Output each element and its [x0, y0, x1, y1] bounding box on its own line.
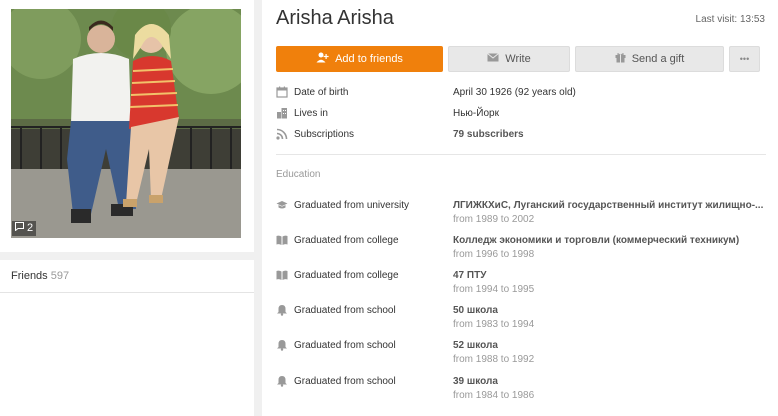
info-row-birthdate: Date of birth April 30 1926 (92 years ol…: [276, 84, 766, 100]
info-label-birthdate: Date of birth: [294, 86, 349, 98]
profile-photo-image: [11, 9, 241, 238]
comment-icon: [15, 221, 24, 236]
friends-count: 597: [50, 270, 70, 282]
bell-icon: [276, 339, 289, 352]
info-label-location: Lives in: [294, 107, 328, 119]
write-label: Write: [505, 53, 531, 65]
info-value-birthdate: April 30 1926 (92 years old): [453, 86, 576, 98]
education-item: Graduated from school 52 школа from 1988…: [276, 338, 776, 365]
education-name[interactable]: 50 школа: [453, 305, 763, 316]
profile-actions: Add to friends Write Send a gift •••: [276, 46, 760, 72]
education-type: Graduated from school: [294, 339, 396, 351]
education-name[interactable]: ЛГИЖКХиС, Луганский государственный инст…: [453, 200, 763, 211]
education-item: Graduated from university ЛГИЖКХиС, Луга…: [276, 198, 776, 225]
left-column: 2 Friends 597: [0, 0, 254, 416]
add-friend-icon: [316, 52, 329, 66]
info-value-subscriptions[interactable]: 79 subscribers: [453, 129, 524, 140]
education-name[interactable]: Колледж экономики и торговли (коммерческ…: [453, 235, 763, 246]
education-item: Graduated from college 47 ПТУ from 1994 …: [276, 268, 776, 295]
book-icon: [276, 234, 289, 247]
more-icon: •••: [739, 54, 750, 64]
education-years: from 1989 to 2002: [453, 214, 535, 225]
write-button[interactable]: Write: [448, 46, 570, 72]
profile-main: Arisha Arisha Last visit: 13:53 Add to f…: [262, 0, 778, 416]
friends-label: Friends: [11, 270, 48, 282]
education-type: Graduated from college: [294, 234, 399, 246]
education-type: Graduated from college: [294, 269, 399, 281]
education-years: from 1983 to 1994: [453, 319, 535, 330]
calendar-icon: [276, 86, 289, 99]
bell-icon: [276, 304, 289, 317]
education-item: Graduated from school 50 школа from 1983…: [276, 303, 776, 330]
more-options-button[interactable]: •••: [729, 46, 760, 72]
graduation-cap-icon: [276, 199, 289, 212]
education-name[interactable]: 47 ПТУ: [453, 270, 763, 281]
friends-link[interactable]: Friends 597: [0, 260, 254, 293]
profile-photo-card: 2: [0, 0, 254, 252]
education-name[interactable]: 39 школа: [453, 376, 763, 387]
info-label-subscriptions: Subscriptions: [294, 128, 355, 140]
add-to-friends-label: Add to friends: [335, 53, 403, 65]
education-item: Graduated from school 39 школа from 1984…: [276, 374, 776, 401]
education-item: Graduated from college Колледж экономики…: [276, 233, 776, 260]
rss-icon: [276, 128, 289, 141]
education-years: from 1996 to 1998: [453, 249, 535, 260]
add-to-friends-button[interactable]: Add to friends: [276, 46, 443, 72]
education-name[interactable]: 52 школа: [453, 340, 763, 351]
photo-comments-badge[interactable]: 2: [12, 221, 37, 236]
info-row-location: Lives in Нью-Йорк: [276, 105, 766, 121]
education-years: from 1984 to 1986: [453, 390, 535, 401]
info-value-location[interactable]: Нью-Йорк: [453, 108, 499, 119]
last-visit: Last visit: 13:53: [695, 14, 765, 25]
profile-photo[interactable]: 2: [11, 9, 241, 238]
photo-comments-count: 2: [27, 222, 34, 234]
info-row-subscriptions: Subscriptions 79 subscribers: [276, 126, 766, 142]
envelope-icon: [487, 53, 500, 65]
send-gift-label: Send a gift: [631, 53, 685, 65]
gift-icon: [615, 52, 626, 66]
book-icon: [276, 269, 289, 282]
education-years: from 1994 to 1995: [453, 284, 535, 295]
building-icon: [276, 107, 289, 120]
education-years: from 1988 to 1992: [453, 354, 535, 365]
friends-card: Friends 597: [0, 260, 254, 416]
bell-icon: [276, 375, 289, 388]
education-type: Graduated from school: [294, 304, 396, 316]
send-gift-button[interactable]: Send a gift: [575, 46, 724, 72]
education-section-title: Education: [276, 169, 321, 180]
profile-name: Arisha Arisha: [276, 7, 394, 29]
education-type: Graduated from school: [294, 375, 396, 387]
education-type: Graduated from university: [294, 199, 410, 211]
section-divider: [276, 154, 766, 155]
